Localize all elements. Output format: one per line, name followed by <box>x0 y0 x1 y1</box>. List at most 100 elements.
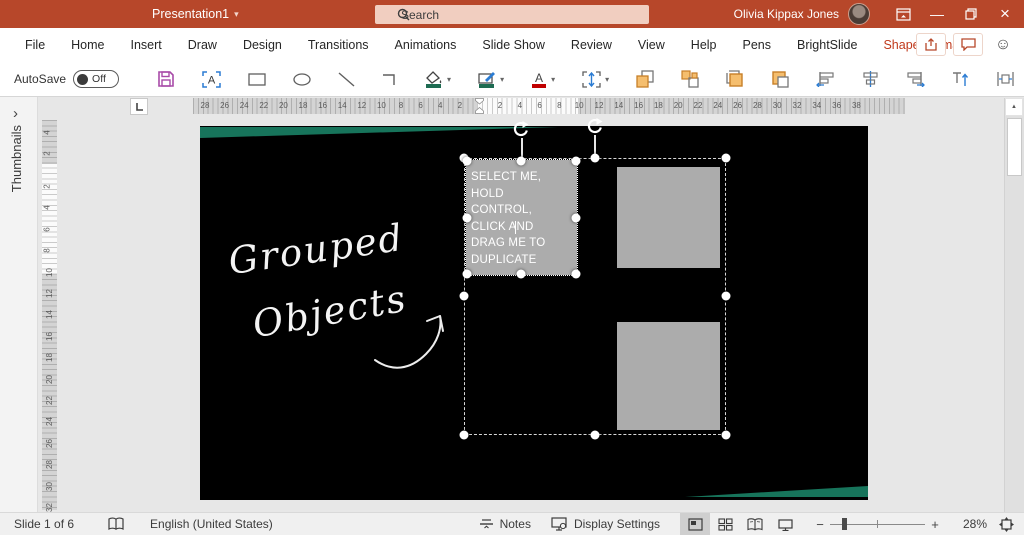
selection-handle[interactable] <box>721 291 731 301</box>
selection-handle[interactable] <box>516 156 526 166</box>
search-box[interactable]: Search <box>375 5 649 24</box>
slide-indicator[interactable]: Slide 1 of 6 <box>14 517 74 531</box>
send-to-back-button[interactable] <box>771 70 789 88</box>
normal-view-button[interactable] <box>680 513 710 535</box>
vertical-scrollbar[interactable]: ▲ <box>1004 98 1024 512</box>
chevron-down-icon[interactable]: ▾ <box>551 75 555 84</box>
selection-handle[interactable] <box>571 213 581 223</box>
indent-marker-icon[interactable] <box>475 98 484 114</box>
menu-transitions[interactable]: Transitions <box>295 28 382 62</box>
group-text-box[interactable]: SELECT ME, HOLD CONTROL, CLICK AND DRAG ME T… <box>465 159 578 276</box>
slide-show-button[interactable] <box>770 513 800 535</box>
scroll-up-button[interactable]: ▲ <box>1005 98 1023 116</box>
selection-handle[interactable] <box>721 430 731 440</box>
selection-handle[interactable] <box>462 269 472 279</box>
ruler-number: 32 <box>44 503 54 512</box>
size-position-button[interactable]: ▾ <box>582 70 609 88</box>
menu-pens[interactable]: Pens <box>730 28 785 62</box>
text-box-button[interactable]: A <box>202 70 221 88</box>
save-button[interactable] <box>157 70 175 88</box>
zoom-slider[interactable] <box>830 513 925 535</box>
shape-outline-button[interactable]: ▾ <box>478 71 504 88</box>
vertical-ruler[interactable]: 42 2 4 6 8 10 12 14 16 18 20 22 24 26 28 30 32 <box>42 120 57 512</box>
send-backward-button[interactable] <box>681 70 699 88</box>
reading-view-button[interactable] <box>740 513 770 535</box>
ribbon-display-options-button[interactable] <box>886 0 920 28</box>
chevron-down-icon[interactable]: ▾ <box>500 75 504 84</box>
horizontal-ruler[interactable]: 28 26 24 22 20 18 16 14 12 10 8 6 4 2 2 4 6 8 10 12 14 16 18 2… <box>193 98 905 114</box>
thumbnails-panel-label[interactable]: Thumbnails <box>9 125 24 192</box>
autosave-toggle[interactable]: Off <box>73 70 120 88</box>
menu-draw[interactable]: Draw <box>175 28 230 62</box>
bring-to-front-button[interactable] <box>726 70 744 88</box>
selection-handle[interactable] <box>516 269 526 279</box>
chevron-down-icon[interactable]: ▾ <box>447 75 451 84</box>
group-square-top[interactable] <box>617 167 720 268</box>
menu-items: File Home Insert Draw Design Transitions Anima… <box>0 28 976 62</box>
group-square-bottom[interactable] <box>617 322 720 430</box>
align-right-button[interactable] <box>906 71 926 87</box>
oval-shape-button[interactable] <box>293 72 311 86</box>
ruler-number: 8 <box>42 248 52 253</box>
language-indicator[interactable]: English (United States) <box>150 517 273 531</box>
menu-help[interactable]: Help <box>678 28 730 62</box>
spell-check-button[interactable] <box>108 517 124 531</box>
fit-slide-to-window-button[interactable] <box>999 516 1014 532</box>
close-button[interactable]: × <box>988 0 1022 28</box>
rotate-handle-icon[interactable] <box>586 117 604 135</box>
zoom-out-button[interactable]: − <box>810 517 830 532</box>
notes-button[interactable]: Notes <box>479 517 531 531</box>
selection-handle[interactable] <box>590 430 600 440</box>
expand-thumbnails-chevron-icon[interactable]: › <box>13 105 18 122</box>
menu-insert[interactable]: Insert <box>118 28 175 62</box>
menu-slide-show[interactable]: Slide Show <box>469 28 558 62</box>
selection-handle[interactable] <box>462 156 472 166</box>
rotate-handle-icon[interactable] <box>512 120 530 138</box>
selection-handle[interactable] <box>459 291 469 301</box>
align-center-button[interactable] <box>862 71 879 87</box>
ruler-number: 30 <box>772 101 782 110</box>
bring-forward-button[interactable] <box>636 70 654 88</box>
share-button[interactable] <box>916 33 946 56</box>
user-name[interactable]: Olivia Kippax Jones <box>734 7 839 21</box>
elbow-connector-button[interactable] <box>382 72 398 86</box>
menu-file[interactable]: File <box>12 28 58 62</box>
selection-handle[interactable] <box>459 430 469 440</box>
menu-design[interactable]: Design <box>230 28 295 62</box>
selection-handle[interactable] <box>721 153 731 163</box>
scrollbar-thumb[interactable] <box>1007 118 1022 176</box>
font-color-button[interactable]: A ▾ <box>531 71 555 88</box>
slide-sorter-view-button[interactable] <box>710 513 740 535</box>
restore-button[interactable] <box>954 0 988 28</box>
selection-handle[interactable] <box>462 213 472 223</box>
document-title-menu[interactable]: Presentation1 ▾ <box>152 0 239 28</box>
menu-animations[interactable]: Animations <box>382 28 470 62</box>
menu-home[interactable]: Home <box>58 28 117 62</box>
ruler-origin-box[interactable] <box>130 98 148 115</box>
slide-canvas[interactable]: Grouped Objects SELECT ME, HOLD CONTROL, CL… <box>200 118 868 500</box>
menu-brightslide[interactable]: BrightSlide <box>784 28 870 62</box>
distribute-horizontal-button[interactable] <box>996 71 1015 87</box>
shape-fill-button[interactable]: ▾ <box>425 70 451 88</box>
zoom-percentage[interactable]: 28% <box>945 517 987 531</box>
menu-view[interactable]: View <box>625 28 678 62</box>
display-settings-button[interactable]: Display Settings <box>551 517 660 531</box>
avatar[interactable] <box>848 3 870 25</box>
line-shape-button[interactable] <box>338 71 355 87</box>
zoom-slider-thumb[interactable] <box>842 518 847 530</box>
zoom-controls: − + 28% <box>810 513 1024 535</box>
menu-review[interactable]: Review <box>558 28 625 62</box>
zoom-in-button[interactable]: + <box>925 517 945 532</box>
selection-handle[interactable] <box>571 156 581 166</box>
minimize-button[interactable]: — <box>920 0 954 28</box>
rotate-text-up-button[interactable] <box>952 71 969 88</box>
comments-button[interactable] <box>953 33 983 56</box>
selection-handle[interactable] <box>590 153 600 163</box>
rectangle-shape-button[interactable] <box>248 72 266 86</box>
handwriting-arrow[interactable] <box>370 304 460 374</box>
feedback-smiley-icon[interactable]: ☺ <box>990 36 1016 54</box>
align-left-button[interactable] <box>816 71 835 87</box>
ruler-number: 16 <box>634 101 644 110</box>
selection-handle[interactable] <box>571 269 581 279</box>
chevron-down-icon[interactable]: ▾ <box>605 75 609 84</box>
